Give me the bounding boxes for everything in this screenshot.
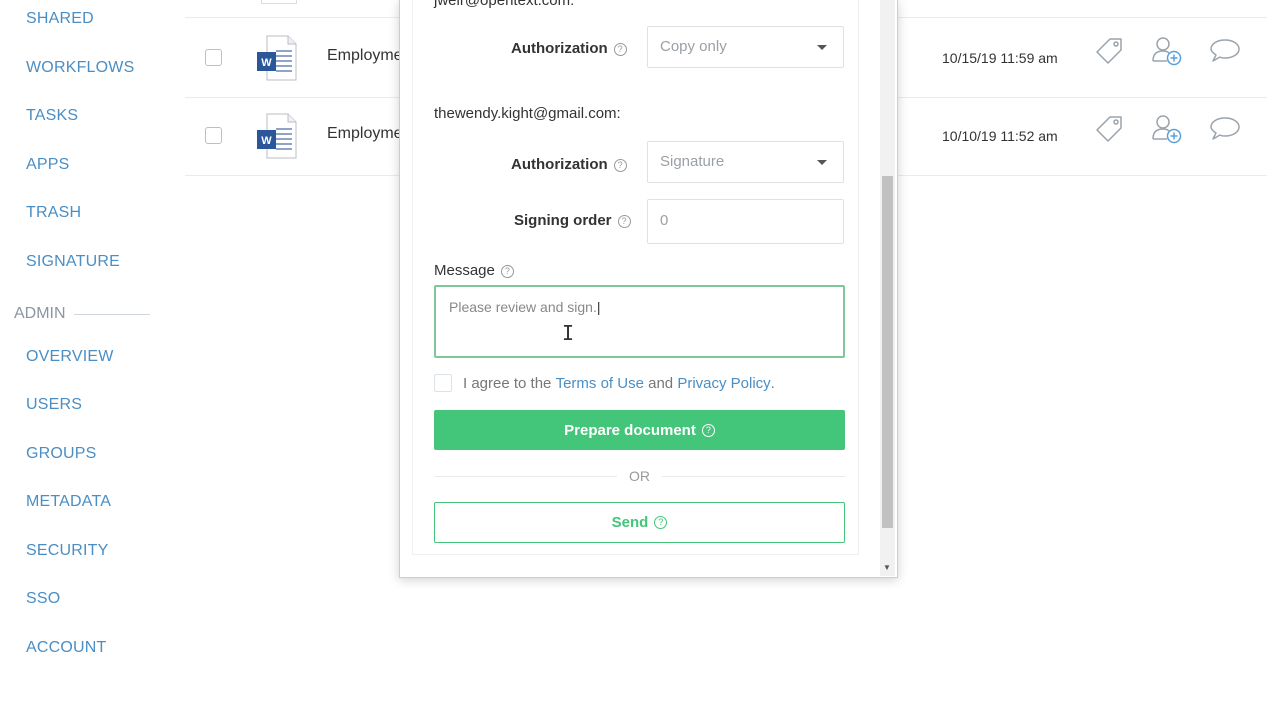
sidebar-item-shared[interactable]: SHARED [26, 10, 94, 28]
sidebar-item-sso[interactable]: SSO [26, 590, 60, 608]
row-checkbox[interactable] [205, 49, 222, 66]
sidebar-item-overview[interactable]: OVERVIEW [26, 348, 114, 366]
sidebar-item-security[interactable]: SECURITY [26, 542, 109, 560]
admin-heading-label: ADMIN [14, 305, 66, 322]
help-icon[interactable]: ? [617, 214, 631, 228]
divider-line [434, 475, 617, 477]
add-user-icon[interactable] [1150, 112, 1184, 146]
tag-icon[interactable] [1092, 112, 1126, 146]
sidebar-item-tasks[interactable]: TASKS [26, 107, 78, 125]
add-user-icon[interactable] [1150, 34, 1184, 68]
sidebar-item-metadata[interactable]: METADATA [26, 493, 111, 511]
row-checkbox[interactable] [205, 127, 222, 144]
sidebar: SHARED WORKFLOWS TASKS APPS TRASH SIGNAT… [0, 0, 175, 720]
terms-agreement: I agree to the Terms of Use and Privacy … [434, 374, 775, 392]
tag-icon[interactable] [1092, 34, 1126, 68]
signing-order-input[interactable]: 0 [647, 199, 844, 244]
chevron-down-icon [817, 45, 827, 50]
or-label: OR [629, 468, 650, 484]
prepare-document-button[interactable]: Prepare document? [434, 410, 845, 450]
agree-and: and [643, 374, 678, 392]
agree-prefix: I agree to the [463, 374, 556, 392]
authorization-select-value: Copy only [660, 38, 727, 55]
or-divider: OR [434, 466, 845, 486]
admin-heading-rule [73, 313, 150, 315]
prepare-document-label: Prepare document [564, 421, 696, 439]
dialog-scrollbar-thumb[interactable] [882, 176, 893, 528]
signing-order-label: Signing order? [514, 212, 631, 229]
file-name[interactable]: Employment [327, 47, 400, 65]
sidebar-item-groups[interactable]: GROUPS [26, 445, 97, 463]
agree-suffix: . [770, 374, 775, 392]
i-beam-cursor-icon: I [562, 321, 575, 345]
text-caret: | [596, 299, 601, 315]
message-textarea[interactable]: Please review and sign.| [434, 285, 845, 358]
authorization-select[interactable]: Copy only [647, 26, 844, 68]
help-icon[interactable]: ? [654, 516, 668, 529]
authorization-select[interactable]: Signature [647, 141, 844, 183]
sidebar-item-apps[interactable]: APPS [26, 156, 70, 174]
help-icon[interactable]: ? [613, 158, 627, 172]
file-name[interactable]: Employment [327, 125, 400, 143]
svg-text:W: W [261, 57, 272, 69]
privacy-policy-link[interactable]: Privacy Policy [677, 375, 770, 392]
sidebar-item-signature[interactable]: SIGNATURE [26, 253, 120, 271]
agree-checkbox[interactable] [434, 374, 452, 392]
message-label: Message? [434, 262, 514, 279]
message-text: Please review and sign. [449, 299, 597, 315]
help-icon[interactable]: ? [701, 423, 715, 437]
authorization-label: Authorization? [511, 156, 627, 173]
terms-of-use-link[interactable]: Terms of Use [556, 375, 644, 392]
authorization-label: Authorization? [511, 40, 627, 57]
send-button[interactable]: Send? [434, 502, 845, 543]
word-doc-icon: W [257, 35, 297, 81]
sidebar-item-account[interactable]: ACCOUNT [26, 639, 107, 657]
admin-section-heading: ADMIN [14, 305, 150, 323]
file-date: 10/10/19 11:52 am [942, 128, 1058, 144]
word-doc-icon: W [257, 113, 297, 159]
comment-icon[interactable] [1208, 112, 1242, 146]
divider-line [662, 475, 845, 477]
recipient-email: jweir@opentext.com: [434, 0, 575, 9]
file-date: 10/15/19 11:59 am [942, 50, 1058, 66]
sidebar-item-workflows[interactable]: WORKFLOWS [26, 59, 134, 77]
sidebar-item-trash[interactable]: TRASH [26, 204, 81, 222]
help-icon[interactable]: ? [500, 264, 514, 278]
scroll-down-arrow-icon[interactable]: ▼ [883, 563, 891, 572]
sidebar-item-users[interactable]: USERS [26, 396, 82, 414]
previous-row-icon-edge [261, 0, 297, 4]
authorization-select-value: Signature [660, 153, 725, 170]
recipient-email: thewendy.kight@gmail.com: [434, 105, 621, 122]
help-icon[interactable]: ? [613, 42, 627, 56]
svg-text:W: W [261, 135, 272, 147]
send-label: Send [611, 514, 649, 531]
chevron-down-icon [817, 160, 827, 165]
comment-icon[interactable] [1208, 34, 1242, 68]
